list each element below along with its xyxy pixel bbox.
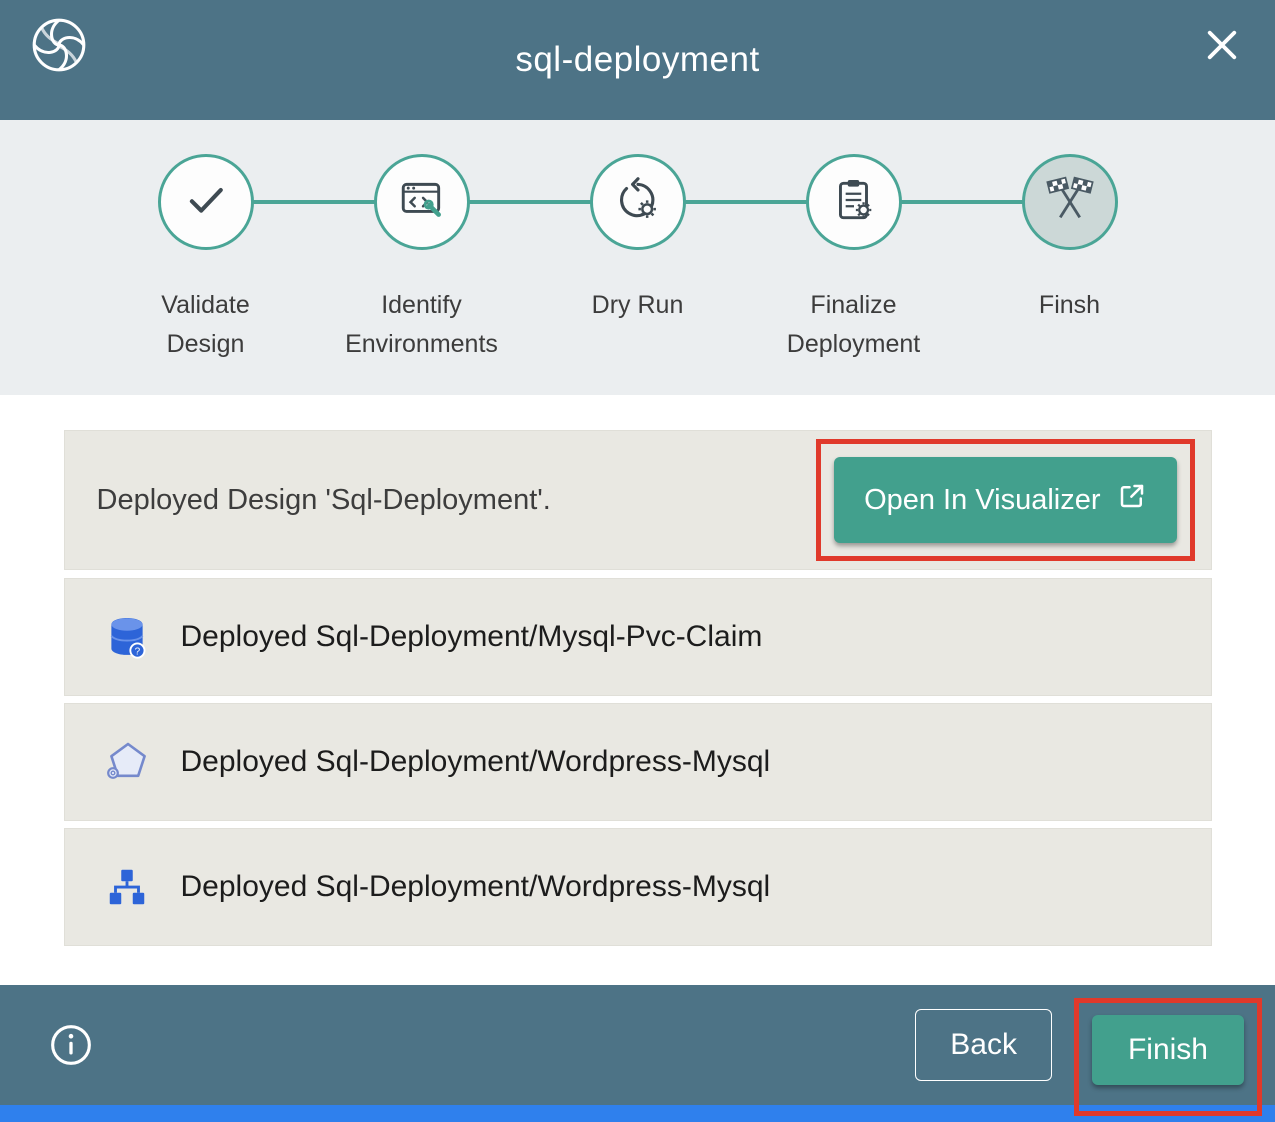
step-identify-environments[interactable]: IdentifyEnvironments [314, 154, 530, 364]
result-row-wordpress-mysql-2: Deployed Sql-Deployment/Wordpress-Mysql [64, 828, 1212, 946]
annotation-box-finish: Finish [1074, 998, 1262, 1116]
pentagon-icon [101, 736, 153, 788]
step-label-finish: Finsh [1039, 286, 1100, 325]
deployed-design-text: Deployed Design 'Sql-Deployment'. [97, 484, 551, 517]
step-circle-validate [158, 154, 254, 250]
database-icon: ? [101, 611, 153, 663]
step-validate-design[interactable]: ValidateDesign [98, 154, 314, 364]
svg-text:?: ? [134, 647, 140, 658]
step-label-validate: ValidateDesign [161, 286, 250, 364]
finish-button[interactable]: Finish [1092, 1015, 1244, 1085]
result-row-mysql-pvc-claim: ? Deployed Sql-Deployment/Mysql-Pvc-Clai… [64, 578, 1212, 696]
step-finish[interactable]: Finsh [962, 154, 1178, 364]
back-button[interactable]: Back [915, 1009, 1052, 1081]
open-in-visualizer-button[interactable]: Open In Visualizer [834, 457, 1176, 543]
deployed-design-row: Deployed Design 'Sql-Deployment'. Open I… [64, 430, 1212, 570]
step-circle-dry-run [590, 154, 686, 250]
step-circle-identify [374, 154, 470, 250]
wizard-stepper: ValidateDesign Identif [0, 120, 1275, 395]
hierarchy-icon [101, 861, 153, 913]
dialog-header: sql-deployment [0, 0, 1275, 120]
info-icon[interactable] [48, 1022, 94, 1068]
deployment-results: Deployed Design 'Sql-Deployment'. Open I… [0, 395, 1275, 985]
step-finalize-deployment[interactable]: FinalizeDeployment [746, 154, 962, 364]
dialog-title: sql-deployment [0, 40, 1275, 80]
step-label-dry-run: Dry Run [592, 286, 684, 325]
step-circle-finish [1022, 154, 1118, 250]
dry-run-icon [613, 175, 663, 230]
annotation-box-visualizer: Open In Visualizer [816, 439, 1194, 561]
checkered-flags-icon [1044, 174, 1096, 231]
step-dry-run[interactable]: Dry Run [530, 154, 746, 364]
dialog-footer: Back Finish [0, 985, 1275, 1105]
external-link-icon [1117, 481, 1147, 519]
close-icon[interactable] [1199, 22, 1245, 68]
step-label-identify: IdentifyEnvironments [345, 286, 498, 364]
result-row-wordpress-mysql-1: Deployed Sql-Deployment/Wordpress-Mysql [64, 703, 1212, 821]
meshery-logo-icon [28, 14, 90, 76]
step-circle-finalize [806, 154, 902, 250]
result-row-text: Deployed Sql-Deployment/Wordpress-Mysql [181, 745, 771, 779]
code-wrench-icon [397, 175, 447, 230]
clipboard-gear-icon [829, 175, 879, 230]
result-row-text: Deployed Sql-Deployment/Mysql-Pvc-Claim [181, 620, 763, 654]
step-label-finalize: FinalizeDeployment [787, 286, 920, 364]
result-row-text: Deployed Sql-Deployment/Wordpress-Mysql [181, 870, 771, 904]
check-icon [180, 174, 232, 231]
